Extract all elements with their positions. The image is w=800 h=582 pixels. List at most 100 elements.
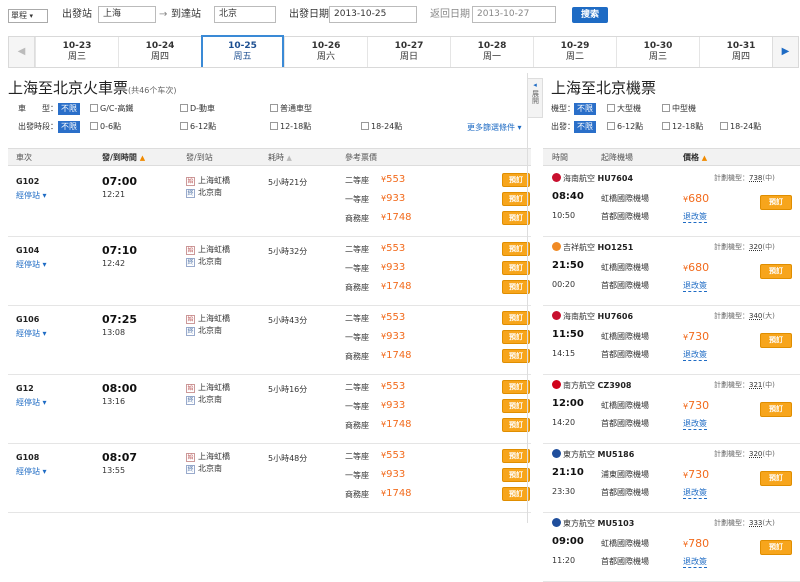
book-button[interactable]: 預訂 [502, 311, 530, 325]
date-text: 10-31 [726, 41, 756, 51]
seat-class: 商務座 [345, 352, 369, 361]
date-tab[interactable]: 10-31 周四 [699, 37, 782, 67]
book-button[interactable]: 預訂 [502, 192, 530, 206]
chevron-right-icon[interactable]: ▶ [772, 37, 798, 67]
return-input[interactable]: 2013-10-27 [472, 6, 556, 23]
seat-class: 一等座 [345, 264, 369, 273]
filter-medium[interactable]: 中型機 [662, 102, 696, 116]
arr-airport: 首都國際機場 [601, 488, 649, 497]
filter-0-6[interactable]: 0-6點 [90, 120, 121, 134]
filter-f-12-18[interactable]: 12-18點 [662, 120, 703, 134]
col-price[interactable]: 價格 ▲ [683, 152, 707, 164]
date-input[interactable]: 2013-10-25 [329, 6, 417, 23]
flight-type-label: 機型： [551, 104, 575, 113]
date-tab[interactable]: 10-29 周二 [533, 37, 616, 67]
flight-book-button[interactable]: 預訂 [760, 402, 792, 417]
flight-time-unlimited[interactable]: 不限 [574, 121, 596, 133]
end-station-icon: 終 [186, 465, 195, 474]
book-button[interactable]: 預訂 [502, 280, 530, 294]
filter-normal[interactable]: 普通車型 [270, 102, 312, 116]
dep-airport: 虹橋國際機場 [601, 539, 649, 548]
end-station-icon: 終 [186, 258, 195, 267]
stops-link[interactable]: 經停站 ▾ [16, 466, 47, 477]
book-button[interactable]: 預訂 [502, 242, 530, 256]
from-station: 始上海虹橋 [186, 383, 230, 393]
date-tab[interactable]: 10-30 周三 [616, 37, 699, 67]
change-policy-link[interactable]: 退改簽 [683, 418, 707, 430]
arr-airport: 首都國際機場 [601, 212, 649, 221]
filter-f-18-24[interactable]: 18-24點 [720, 120, 761, 134]
checkbox-icon [90, 122, 98, 130]
trip-type-value: 單程 [11, 11, 27, 20]
flight-book-button[interactable]: 預訂 [760, 264, 792, 279]
book-button[interactable]: 預訂 [502, 399, 530, 413]
book-button[interactable]: 預訂 [502, 173, 530, 187]
change-policy-link[interactable]: 退改簽 [683, 487, 707, 499]
more-filters-link[interactable]: 更多篩選條件 ▾ [467, 122, 522, 133]
airline: 東方航空 MU5186 [552, 449, 634, 460]
filter-12-18[interactable]: 12-18點 [270, 120, 311, 134]
book-button[interactable]: 預訂 [502, 261, 530, 275]
chevron-left-icon: ◂ [533, 81, 537, 89]
date-tab[interactable]: 10-26 周六 [284, 37, 367, 67]
flight-type-unlimited[interactable]: 不限 [574, 103, 596, 115]
train-row: G108 經停站 ▾ 08:07 13:55 始上海虹橋終北京南 5小時48分 二等座 ¥55… [8, 444, 531, 513]
chevron-left-icon[interactable]: ◀ [9, 37, 35, 67]
date-text: 10-25 [228, 41, 257, 51]
book-button[interactable]: 預訂 [502, 487, 530, 501]
filter-large[interactable]: 大型機 [607, 102, 641, 116]
book-button[interactable]: 預訂 [502, 468, 530, 482]
date-tab[interactable]: 10-25 周五 [201, 35, 284, 67]
book-button[interactable]: 預訂 [502, 449, 530, 463]
checkbox-icon [720, 122, 728, 130]
stops-link[interactable]: 經停站 ▾ [16, 259, 47, 270]
change-policy-link[interactable]: 退改簽 [683, 556, 707, 568]
to-input[interactable]: 北京 [214, 6, 276, 23]
seat-price: ¥933 [381, 331, 406, 342]
seat-price: ¥1748 [381, 281, 412, 292]
flight-price: ¥680 [683, 192, 710, 205]
date-label: 出發日期 [289, 9, 329, 20]
trip-type-select[interactable]: 單程 ▾ [8, 9, 48, 23]
filter-18-24[interactable]: 18-24點 [361, 120, 402, 134]
seat-class: 商務座 [345, 283, 369, 292]
flight-book-button[interactable]: 預訂 [760, 195, 792, 210]
filter-gc[interactable]: G/C-高鐵 [90, 102, 133, 116]
change-policy-link[interactable]: 退改簽 [683, 211, 707, 223]
date-tab[interactable]: 10-28 周一 [450, 37, 533, 67]
book-button[interactable]: 預訂 [502, 349, 530, 363]
date-tab[interactable]: 10-23 周三 [35, 37, 118, 67]
date-tab[interactable]: 10-24 周四 [118, 37, 201, 67]
arrival-time: 13:55 [102, 466, 126, 475]
change-policy-link[interactable]: 退改簽 [683, 280, 707, 292]
from-input[interactable]: 上海 [98, 6, 156, 23]
flight-price: ¥730 [683, 468, 710, 481]
train-time-unlimited[interactable]: 不限 [58, 121, 80, 133]
search-button[interactable]: 搜索 [572, 7, 608, 23]
train-type-unlimited[interactable]: 不限 [58, 103, 80, 115]
change-policy-link[interactable]: 退改簽 [683, 349, 707, 361]
plane-type: 計劃機型：321(中) [714, 381, 775, 389]
filter-6-12[interactable]: 6-12點 [180, 120, 216, 134]
book-button[interactable]: 預訂 [502, 380, 530, 394]
book-button[interactable]: 預訂 [502, 211, 530, 225]
flight-dep-time: 09:00 [552, 536, 584, 547]
stops-link[interactable]: 經停站 ▾ [16, 397, 47, 408]
stops-link[interactable]: 經停站 ▾ [16, 328, 47, 339]
seat-price: ¥1748 [381, 419, 412, 430]
direction-arrow-icon: → [159, 9, 168, 20]
expand-tab[interactable]: ◂ 展開 [527, 78, 543, 118]
flight-book-button[interactable]: 預訂 [760, 471, 792, 486]
flight-book-button[interactable]: 預訂 [760, 540, 792, 555]
date-tab[interactable]: 10-27 周日 [367, 37, 450, 67]
book-button[interactable]: 預訂 [502, 330, 530, 344]
col-duration[interactable]: 耗時 ▲ [268, 152, 292, 164]
airline-logo-icon [552, 449, 561, 458]
col-dep-arr[interactable]: 發/到時間 ▲ [102, 152, 145, 164]
flight-book-button[interactable]: 預訂 [760, 333, 792, 348]
stops-link[interactable]: 經停站 ▾ [16, 190, 47, 201]
book-button[interactable]: 預訂 [502, 418, 530, 432]
start-station-icon: 始 [186, 384, 195, 393]
filter-d[interactable]: D-動車 [180, 102, 215, 116]
filter-f-6-12[interactable]: 6-12點 [607, 120, 643, 134]
